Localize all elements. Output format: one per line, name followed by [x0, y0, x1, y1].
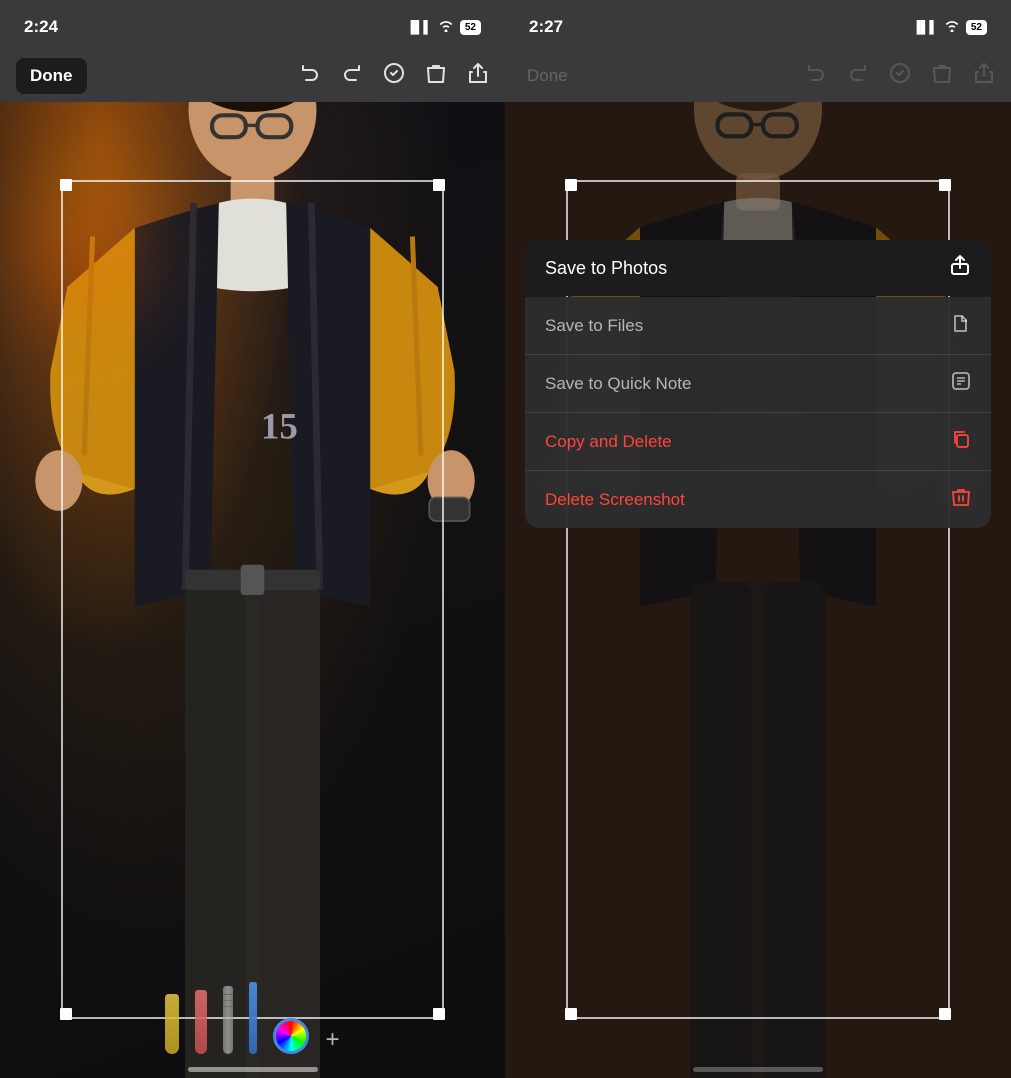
copy-delete-icon	[951, 429, 971, 454]
right-toolbar: Done	[505, 50, 1011, 102]
signal-icon: ▐▌▌	[406, 20, 432, 34]
files-icon	[951, 313, 971, 338]
delete-screenshot-label: Delete Screenshot	[545, 490, 685, 510]
marker-tool[interactable]	[249, 982, 257, 1054]
markup-icon[interactable]	[383, 62, 405, 90]
left-time: 2:24	[24, 17, 58, 37]
right-image-area: 15 Save to Photos	[505, 102, 1011, 1078]
pen-tool[interactable]	[195, 990, 207, 1054]
right-redo-icon	[847, 62, 869, 90]
right-time: 2:27	[529, 17, 563, 37]
right-status-bar: 2:27 ▐▌▌ 52	[505, 0, 1011, 50]
right-done-button[interactable]: Done	[521, 58, 574, 94]
quick-note-icon	[951, 371, 971, 396]
right-battery: 52	[966, 20, 987, 35]
right-status-icons: ▐▌▌ 52	[912, 19, 987, 35]
undo-icon[interactable]	[299, 62, 321, 90]
save-to-photos-icon	[949, 254, 971, 282]
right-delete-icon	[931, 62, 953, 90]
right-markup-icon	[889, 62, 911, 90]
save-to-files-label: Save to Files	[545, 316, 643, 336]
share-icon[interactable]	[467, 62, 489, 90]
left-done-button[interactable]: Done	[16, 58, 87, 94]
menu-separator-group: Save to Files Save to Quick Note Copy an…	[525, 297, 991, 528]
save-to-files-item[interactable]: Save to Files	[525, 297, 991, 354]
right-share-icon	[973, 62, 995, 90]
delete-screenshot-item[interactable]: Delete Screenshot	[525, 470, 991, 528]
color-picker[interactable]	[273, 1018, 309, 1054]
left-image-area: 15	[0, 102, 505, 1078]
left-photo-background: 15	[0, 102, 505, 1078]
right-signal-icon: ▐▌▌	[912, 20, 938, 34]
copy-and-delete-label: Copy and Delete	[545, 432, 672, 452]
share-dropdown-menu: Save to Photos Save to Files Save to Qui…	[525, 240, 991, 528]
copy-and-delete-item[interactable]: Copy and Delete	[525, 412, 991, 470]
save-to-quick-note-item[interactable]: Save to Quick Note	[525, 354, 991, 412]
save-to-photos-label: Save to Photos	[545, 258, 667, 279]
add-tool-button[interactable]: +	[325, 1026, 339, 1054]
pencil-tool[interactable]	[223, 986, 233, 1054]
left-toolbar-icons	[299, 62, 489, 90]
left-battery: 52	[460, 20, 481, 35]
save-to-photos-item[interactable]: Save to Photos	[525, 240, 991, 296]
left-toolbar: Done	[0, 50, 505, 102]
left-status-icons: ▐▌▌ 52	[406, 19, 481, 35]
svg-text:15: 15	[261, 406, 298, 447]
right-phone-panel: 2:27 ▐▌▌ 52 Done	[505, 0, 1011, 1078]
redo-icon[interactable]	[341, 62, 363, 90]
left-status-bar: 2:24 ▐▌▌ 52	[0, 0, 505, 50]
right-undo-icon	[805, 62, 827, 90]
right-wifi-icon	[944, 19, 960, 35]
wifi-icon	[438, 19, 454, 35]
save-to-quick-note-label: Save to Quick Note	[545, 374, 691, 394]
highlighter-tool[interactable]	[165, 994, 179, 1054]
delete-icon[interactable]	[425, 62, 447, 90]
right-toolbar-icons	[805, 62, 995, 90]
left-tools-bar: +	[0, 974, 505, 1054]
delete-screenshot-icon	[951, 487, 971, 512]
left-home-indicator	[188, 1067, 318, 1072]
left-phone-panel: 2:24 ▐▌▌ 52 Done	[0, 0, 505, 1078]
